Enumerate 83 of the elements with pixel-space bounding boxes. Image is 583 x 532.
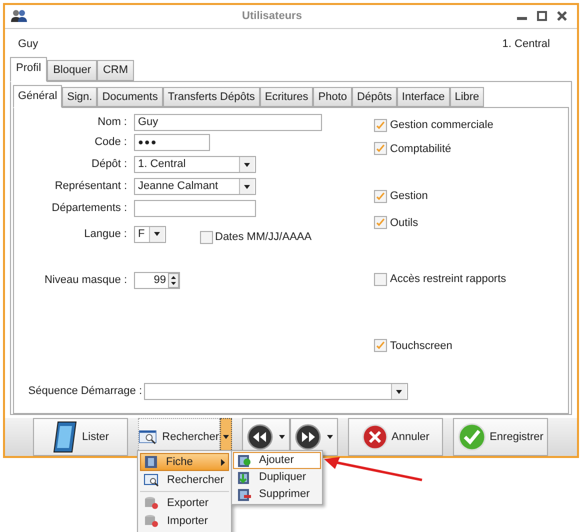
maximize-icon[interactable]: [537, 11, 547, 22]
tab[interactable]: Dépôts: [352, 86, 397, 108]
spin-field[interactable]: 99: [134, 272, 180, 289]
database-icon: [144, 496, 159, 510]
tab[interactable]: Documents: [97, 86, 163, 108]
input-field[interactable]: ●●●: [134, 134, 210, 152]
caret-icon: [223, 435, 229, 439]
input-field[interactable]: Guy: [134, 114, 322, 132]
checkbox[interactable]: [374, 272, 387, 286]
combo-box[interactable]: Jeanne Calmant: [134, 178, 256, 196]
window-title: Utilisateurs: [241, 9, 303, 24]
field-label: Séquence Démarrage :: [27, 384, 143, 400]
tab[interactable]: Libre: [450, 86, 484, 108]
menu-item[interactable]: Exporter: [140, 494, 229, 512]
caret-icon: [244, 184, 250, 189]
caret-icon: [244, 162, 250, 167]
spin-arrows-icon[interactable]: [168, 272, 179, 288]
field-label: Dépôt :: [90, 157, 128, 172]
menu-item[interactable]: Importer: [140, 512, 229, 530]
spin-value: 99: [154, 272, 167, 288]
caret-icon: [154, 232, 160, 236]
record-icon: [237, 454, 251, 468]
menu-item[interactable]: Ajouter: [233, 452, 321, 469]
menu-item[interactable]: Supprimer: [233, 486, 321, 503]
menu-item[interactable]: Rechercher: [140, 471, 229, 489]
checkbox[interactable]: [374, 216, 387, 230]
dropdown-button[interactable]: [391, 384, 406, 399]
menu-item[interactable]: Fiche: [140, 453, 229, 471]
field-label: Départements :: [50, 201, 128, 216]
combo-value: Jeanne Calmant: [138, 179, 218, 194]
checkmark-icon: [458, 423, 486, 451]
film-icon: [52, 421, 78, 453]
checkbox-label: Comptabilité: [390, 142, 452, 157]
tab[interactable]: Photo: [313, 86, 352, 108]
list-button[interactable]: Lister: [33, 418, 128, 456]
user-name: Guy: [18, 36, 38, 52]
save-button[interactable]: Enregistrer: [453, 418, 548, 456]
menu-item[interactable]: Dupliquer: [233, 469, 321, 486]
users-icon: [11, 9, 27, 24]
record-icon: [237, 488, 251, 502]
combo-box[interactable]: 1. Central: [134, 156, 256, 174]
close-icon[interactable]: [557, 11, 567, 22]
caret-icon: [279, 435, 285, 439]
combo-box[interactable]: F: [134, 226, 166, 243]
field-label: Niveau masque :: [43, 272, 128, 288]
search-window-icon: [144, 474, 159, 486]
dropdown-button[interactable]: [149, 226, 164, 242]
tab[interactable]: CRM: [96, 60, 134, 81]
checkbox[interactable]: [374, 142, 387, 156]
dropdown-button[interactable]: [239, 157, 254, 172]
field-label: Langue :: [83, 227, 128, 242]
field-label: Code :: [94, 135, 128, 150]
checkbox-label: Accès restreint rapports: [390, 272, 506, 288]
checkbox-label: Gestion: [390, 189, 428, 204]
database-icon: [144, 514, 159, 528]
tab[interactable]: Bloquer: [47, 60, 97, 81]
cancel-icon: [362, 424, 388, 450]
combo-value: 1. Central: [138, 157, 186, 172]
tab[interactable]: Ecritures: [260, 86, 314, 108]
record-icon: [237, 470, 251, 484]
cancel-button[interactable]: Annuler: [348, 418, 443, 456]
checkbox[interactable]: [374, 190, 387, 203]
field-label: Nom :: [96, 115, 128, 130]
tab[interactable]: Transferts Dépôts: [162, 86, 260, 108]
input-field[interactable]: [134, 200, 256, 218]
checkbox-label: Outils: [390, 216, 418, 231]
tab[interactable]: Général: [13, 84, 62, 108]
combo-value: F: [138, 227, 145, 242]
checkbox-label: Dates MM/JJ/AAAA: [215, 230, 312, 246]
checkbox[interactable]: [374, 118, 387, 132]
caret-icon: [396, 390, 402, 394]
checkbox[interactable]: [200, 230, 213, 244]
checkbox-label: Gestion commerciale: [390, 118, 494, 134]
field-label: Représentant :: [54, 179, 128, 194]
film-icon: [144, 455, 158, 469]
checkbox[interactable]: [374, 339, 387, 352]
depot-name: 1. Central: [502, 36, 551, 52]
caret-icon: [327, 435, 333, 439]
tab[interactable]: Sign.: [62, 86, 98, 108]
tab[interactable]: Interface: [396, 86, 450, 108]
checkbox-label: Touchscreen: [390, 338, 452, 354]
dropdown-button[interactable]: [239, 179, 254, 194]
tab[interactable]: Profil: [10, 57, 48, 82]
